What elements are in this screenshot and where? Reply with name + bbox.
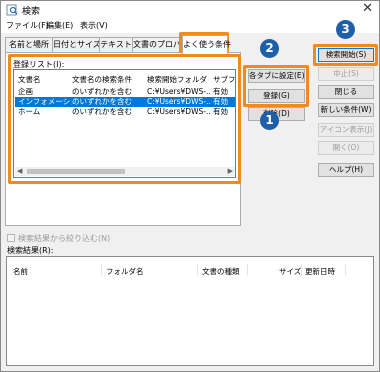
menu-view[interactable]: 表示(V) [80, 20, 108, 31]
menu-bar: ファイル(F) 編集(E) 表示(V) [1, 19, 379, 33]
help-button[interactable]: ヘルプ(H) [318, 163, 374, 177]
res-col-size[interactable]: サイズ [279, 266, 301, 277]
close-button[interactable]: 閉じる [318, 85, 374, 99]
title-bar: 検索 ✕ [1, 1, 379, 19]
col-divider [345, 264, 346, 276]
narrow-results-checkbox[interactable] [7, 234, 15, 242]
narrow-results-label: 検索結果から絞り込む(N) [18, 234, 111, 243]
col-divider [197, 264, 198, 276]
menu-file[interactable]: ファイル(F) [6, 20, 49, 31]
callout-badge-1: 1 [260, 111, 279, 130]
callout-badge-2: 2 [260, 39, 279, 58]
res-col-type[interactable]: 文書の種類 [202, 266, 240, 277]
tab-doc-properties[interactable]: 文書のプロパティ [132, 37, 197, 52]
tab-date-size[interactable]: 日付とサイズ [52, 37, 101, 52]
stop-button[interactable]: 中止(S) [318, 67, 374, 81]
icon-view-button[interactable]: アイコン表示(J) [318, 123, 374, 137]
res-col-modified[interactable]: 更新日時 [305, 266, 335, 277]
search-window: 検索 ✕ ファイル(F) 編集(E) 表示(V) 名前と場所 日付とサイズ テキ… [0, 0, 380, 372]
tab-favorites[interactable]: よく使う条件 [182, 35, 231, 54]
col-divider [101, 264, 102, 276]
highlight-search-start [313, 44, 378, 66]
open-button[interactable]: 開く(O) [318, 141, 374, 155]
search-app-icon [6, 4, 18, 16]
highlight-registry-list [8, 54, 241, 184]
new-condition-button[interactable]: 新しい条件(W) [318, 103, 374, 117]
res-col-folder[interactable]: フォルダ名 [106, 266, 144, 277]
close-icon[interactable]: ✕ [362, 2, 373, 16]
tab-name-location[interactable]: 名前と場所 [5, 37, 53, 52]
results-list[interactable]: 名前 フォルダ名 文書の種類 サイズ 更新日時 [6, 256, 374, 366]
callout-badge-3: 3 [336, 20, 355, 39]
tab-text[interactable]: テキスト [99, 37, 133, 52]
results-label: 検索結果(R): [7, 246, 54, 255]
col-divider [301, 264, 302, 276]
menu-edit[interactable]: 編集(E) [46, 20, 73, 31]
col-divider [247, 264, 248, 276]
res-col-name[interactable]: 名前 [13, 266, 28, 277]
window-title: 検索 [22, 7, 41, 17]
highlight-set-register [243, 65, 309, 107]
